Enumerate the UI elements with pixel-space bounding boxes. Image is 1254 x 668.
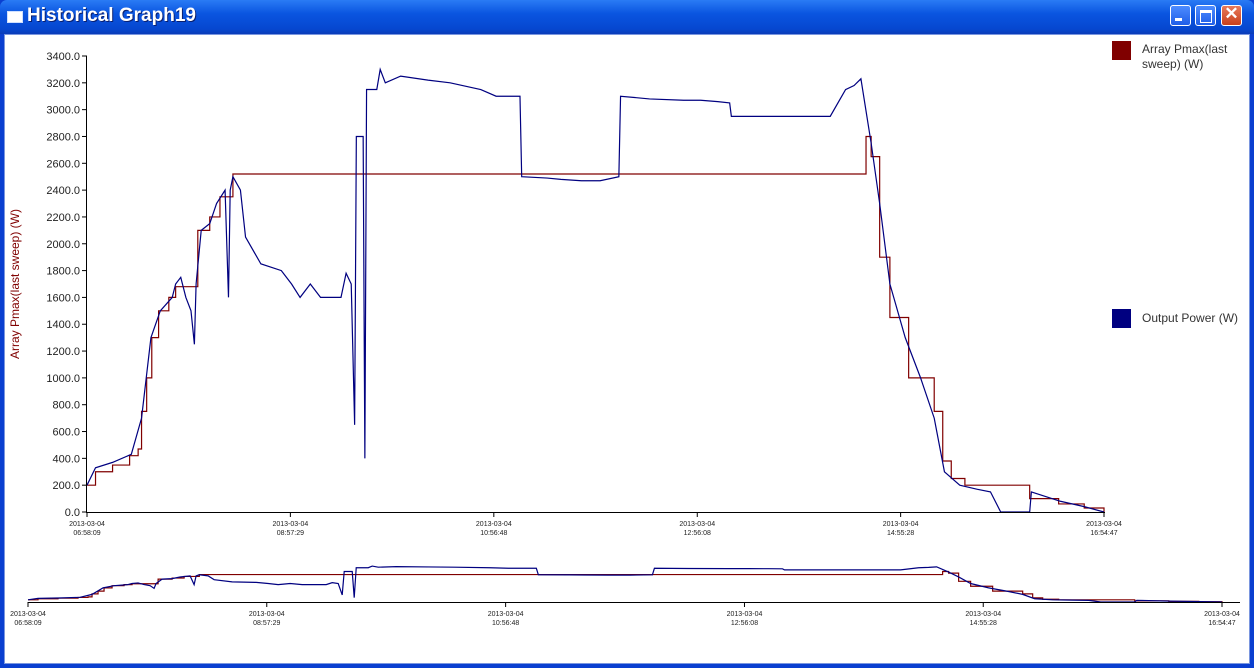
y-tick-label: 400.0 [52, 453, 80, 465]
y-tick-label: 3200.0 [46, 78, 80, 90]
y-tick-label: 1600.0 [46, 292, 80, 304]
x-tick-label-time: 10:56:48 [480, 530, 507, 537]
overview-series-output-power-line [27, 565, 1223, 603]
y-tick-label: 0.0 [65, 507, 80, 519]
x-tick-label-time: 16:54:47 [1090, 530, 1117, 537]
overview-x-tick-label-time: 08:57:29 [253, 620, 280, 627]
x-tick-label-time: 14:55:28 [887, 530, 914, 537]
y-tick-label: 200.0 [52, 480, 80, 492]
x-tick-label-date: 2013-03-04 [1086, 521, 1122, 528]
y-tick-label: 1000.0 [46, 373, 80, 385]
x-tick-label-time: 06:58:09 [73, 530, 100, 537]
y-tick-label: 800.0 [52, 400, 80, 412]
y-tick-label: 2400.0 [46, 185, 80, 197]
series-array-pmax-line [87, 135, 1105, 512]
x-tick-label-date: 2013-03-04 [272, 521, 308, 528]
y-tick-label: 3400.0 [46, 51, 80, 63]
x-tick-label-date: 2013-03-04 [679, 521, 715, 528]
overview-x-tick-label-time: 12:56:08 [731, 620, 758, 627]
x-tick-label-date: 2013-03-04 [69, 521, 105, 528]
legend-swatch-pmax [1112, 41, 1131, 60]
x-tick-label-time: 12:56:08 [684, 530, 711, 537]
legend-label-output: Output Power (W) [1142, 311, 1239, 325]
overview-x-tick-label-date: 2013-03-04 [727, 611, 763, 618]
y-tick-label: 1800.0 [46, 266, 80, 278]
x-tick-label-date: 2013-03-04 [883, 521, 919, 528]
overview-x-tick-label-date: 2013-03-04 [249, 611, 285, 618]
y-tick-label: 2800.0 [46, 131, 80, 143]
y-tick-label: 2200.0 [46, 212, 80, 224]
overview-x-tick-label-date: 2013-03-04 [965, 611, 1001, 618]
legend-label-pmax: Array Pmax(last sweep) (W) [1142, 42, 1228, 71]
overview-x-tick-label-date: 2013-03-04 [488, 611, 524, 618]
overview-x-tick-label-time: 14:55:28 [970, 620, 997, 627]
overview-x-tick-label-date: 2013-03-04 [10, 611, 46, 618]
legend-swatch-output [1112, 309, 1131, 328]
overview-x-tick-label-date: 2013-03-04 [1204, 611, 1240, 618]
y-tick-label: 3000.0 [46, 105, 80, 117]
x-tick-label-time: 08:57:29 [277, 530, 304, 537]
y-tick-label: 600.0 [52, 427, 80, 439]
y-axis-title: Array Pmax(last sweep) (W) [8, 209, 22, 359]
x-tick-label-date: 2013-03-04 [476, 521, 512, 528]
series-output-power-line [86, 67, 1105, 513]
y-tick-label: 1400.0 [46, 319, 80, 331]
y-tick-label: 2000.0 [46, 239, 80, 251]
overview-x-tick-label-time: 16:54:47 [1208, 620, 1235, 627]
main-chart: 2013-03-04 06:58:09 2013-03-04 08:57:29 2013… [8, 51, 1240, 627]
y-tick-label: 2600.0 [46, 158, 80, 170]
overview-x-tick-label-time: 06:58:09 [14, 620, 41, 627]
overview-x-tick-label-time: 10:56:48 [492, 620, 519, 627]
y-tick-label: 1200.0 [46, 346, 80, 358]
